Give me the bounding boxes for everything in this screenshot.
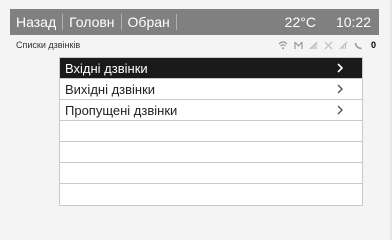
list-item-empty [60, 163, 362, 184]
list-item-label: Пропущені дзвінки [65, 102, 178, 118]
roaming-icon [324, 41, 333, 50]
list-item-missed-calls[interactable]: Пропущені дзвінки [60, 100, 362, 121]
favorites-button[interactable]: Обран [122, 14, 176, 30]
list-item-empty [60, 142, 362, 163]
signal-strength-icon [339, 41, 348, 50]
home-button[interactable]: Головн [63, 14, 120, 30]
envelope-icon [294, 41, 303, 50]
list-item-incoming-calls[interactable]: Вхідні дзвінки [60, 58, 362, 79]
status-icons: 0 [278, 40, 376, 50]
clock-readout: 10:22 [335, 14, 371, 30]
signal-bars-icon [309, 41, 318, 50]
list-item-label: Вихідні дзвінки [65, 81, 156, 97]
display-frame: Назад Головн Обран 22°C 10:22 Списки дзв… [0, 0, 392, 240]
list-item-empty [60, 184, 362, 205]
top-bar: Назад Головн Обран 22°C 10:22 [10, 9, 379, 35]
phone-icon [354, 41, 363, 50]
temperature-readout: 22°C [284, 14, 316, 30]
page-title: Списки дзвінків [16, 40, 81, 50]
nav-separator [175, 14, 177, 30]
list-item-outgoing-calls[interactable]: Вихідні дзвінки [60, 79, 362, 100]
chevron-right-icon [332, 84, 348, 94]
list-item-empty [60, 121, 362, 142]
list-item-label: Вхідні дзвінки [65, 60, 148, 76]
bluetooth-signal-icon [278, 40, 288, 50]
subheader: Списки дзвінків 0 [12, 38, 378, 52]
status-badge: 0 [370, 40, 376, 50]
back-button[interactable]: Назад [10, 14, 62, 30]
call-lists-menu: Вхідні дзвінки Вихідні дзвінки Пропущені… [59, 57, 363, 206]
screen: Назад Головн Обран 22°C 10:22 Списки дзв… [0, 0, 392, 240]
chevron-right-icon [332, 105, 348, 115]
chevron-right-icon [332, 63, 348, 73]
